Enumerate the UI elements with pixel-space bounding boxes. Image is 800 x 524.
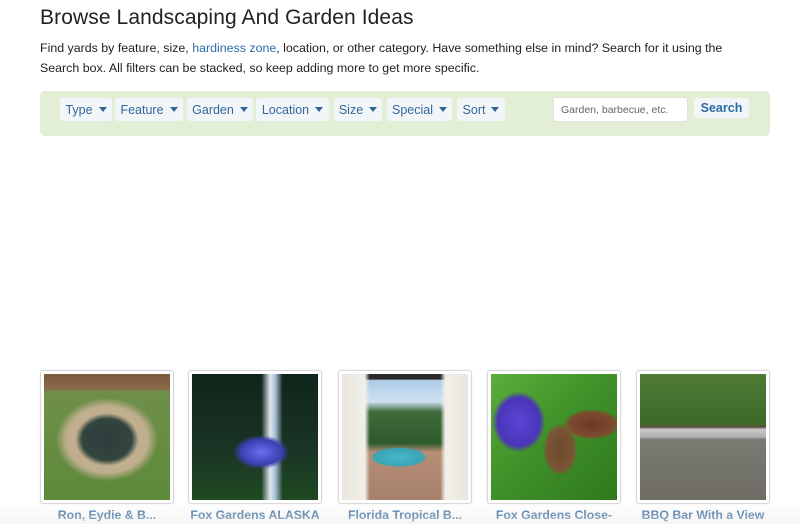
filter-special-dropdown[interactable]: Special: [387, 98, 452, 121]
intro-text-start: Find yards by feature, size,: [40, 41, 193, 55]
page-title: Browse Landscaping And Garden Ideas: [40, 6, 414, 29]
gallery: Ron, Eydie & B... Fox Gardens ALASKA Flo…: [0, 370, 800, 524]
filter-location-dropdown[interactable]: Location: [256, 98, 329, 121]
filter-sort-label: Sort: [462, 102, 486, 117]
pool-patio-curtains-photo[interactable]: [342, 374, 468, 500]
thumbnail-frame: [40, 370, 174, 504]
filter-location-label: Location: [261, 102, 310, 117]
caret-down-icon: [491, 107, 500, 112]
gallery-card[interactable]: BBQ Bar With a View: [636, 370, 770, 522]
filter-special-label: Special: [392, 102, 433, 117]
caret-down-icon: [239, 107, 248, 112]
gallery-card[interactable]: Ron, Eydie & B...: [40, 370, 174, 522]
filter-type-label: Type: [65, 102, 93, 117]
garden-pond-photo[interactable]: [44, 374, 170, 500]
gallery-card[interactable]: Florida Tropical B...: [338, 370, 472, 522]
thumbnail-frame: [338, 370, 472, 504]
gallery-caption[interactable]: Fox Gardens Close-: [487, 508, 621, 522]
filter-feature-label: Feature: [120, 102, 164, 117]
caret-down-icon: [315, 107, 324, 112]
river-forest-photo[interactable]: [192, 374, 318, 500]
filter-feature-dropdown[interactable]: Feature: [115, 98, 183, 121]
thumbnail-frame: [487, 370, 621, 504]
outdoor-bbq-bar-photo[interactable]: [640, 374, 766, 500]
filter-type-dropdown[interactable]: Type: [60, 98, 112, 121]
gallery-caption[interactable]: Ron, Eydie & B...: [40, 508, 174, 522]
search-button[interactable]: Search: [694, 98, 749, 118]
filter-sort-dropdown[interactable]: Sort: [457, 98, 505, 121]
filter-garden-label: Garden: [192, 102, 234, 117]
filter-size-dropdown[interactable]: Size: [334, 98, 382, 121]
gallery-card[interactable]: Fox Gardens Close-: [487, 370, 621, 522]
hardiness-zone-link[interactable]: hardiness zone: [192, 41, 276, 55]
filter-size-label: Size: [338, 102, 364, 117]
caret-down-icon: [98, 107, 107, 112]
caret-down-icon: [369, 107, 378, 112]
gallery-caption[interactable]: Fox Gardens ALASKA: [188, 508, 322, 522]
caret-down-icon: [169, 107, 178, 112]
hummingbird-moth-flower-photo[interactable]: [491, 374, 617, 500]
filter-bar: Type Feature Garden Location Size Specia…: [40, 91, 770, 136]
gallery-caption[interactable]: Florida Tropical B...: [338, 508, 472, 522]
gallery-caption[interactable]: BBQ Bar With a View: [636, 508, 770, 522]
search-input[interactable]: [553, 97, 688, 122]
gallery-card[interactable]: Fox Gardens ALASKA: [188, 370, 322, 522]
intro-text: Find yards by feature, size, hardiness z…: [40, 38, 760, 78]
thumbnail-frame: [188, 370, 322, 504]
thumbnail-frame: [636, 370, 770, 504]
filter-garden-dropdown[interactable]: Garden: [187, 98, 253, 121]
caret-down-icon: [439, 107, 447, 112]
